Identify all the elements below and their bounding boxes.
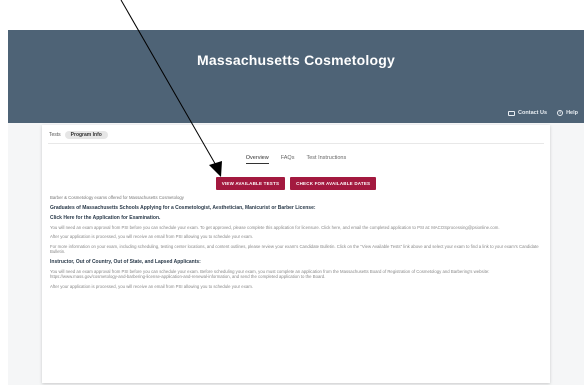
action-buttons: VIEW AVAILABLE TESTS CHECK FOR AVAILABLE… [42, 177, 550, 190]
processed-paragraph-2: After your application is processed, you… [50, 283, 254, 289]
main-card: Tests Program Info Overview FAQs Test In… [42, 125, 550, 383]
program-info-chip[interactable]: Program Info [64, 131, 108, 139]
check-available-dates-button[interactable]: CHECK FOR AVAILABLE DATES [290, 177, 377, 190]
header-links: Contact Us ? Help [508, 110, 578, 116]
tab-bar: Overview FAQs Test Instructions [42, 155, 550, 164]
page-title: Massachusetts Cosmetology [197, 52, 395, 68]
contact-us-label: Contact Us [518, 110, 548, 116]
help-link[interactable]: ? Help [557, 110, 578, 116]
tests-label: Tests [49, 132, 61, 138]
processed-paragraph: After your application is processed, you… [50, 234, 254, 239]
contact-us-link[interactable]: Contact Us [508, 110, 547, 116]
approval-paragraph: You will need an exam approval from PSI … [50, 224, 500, 230]
question-circle-icon: ? [557, 110, 564, 116]
card-icon [508, 110, 516, 116]
divider [48, 143, 544, 144]
board-application-paragraph: You will need an exam approval from PSI … [50, 268, 490, 280]
instructor-heading: Instructor, Out of Country, Out of State… [50, 258, 201, 265]
tests-row: Tests Program Info [49, 131, 108, 139]
overview-content: Barber & Cosmetology exams offered for M… [50, 195, 542, 293]
tab-faqs[interactable]: FAQs [281, 155, 295, 164]
tab-test-instructions[interactable]: Test Instructions [306, 155, 346, 164]
tab-overview[interactable]: Overview [245, 155, 269, 164]
graduates-heading: Graduates of Massachusetts Schools Apply… [50, 204, 316, 211]
intro-text: Barber & Cosmetology exams offered for M… [50, 195, 184, 200]
header-banner: Massachusetts Cosmetology Contact Us ? H… [8, 30, 584, 123]
bulletin-paragraph: For more information on your exam, inclu… [50, 243, 539, 255]
page-background: Massachusetts Cosmetology Contact Us ? H… [8, 30, 584, 385]
view-available-tests-button[interactable]: VIEW AVAILABLE TESTS [215, 177, 286, 190]
help-label: Help [566, 110, 578, 116]
application-link[interactable]: Click Here for the Application for Exami… [50, 215, 542, 221]
